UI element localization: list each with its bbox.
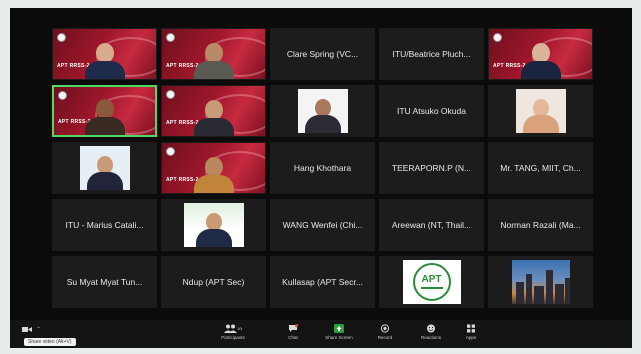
participant-name: Ndup (APT Sec) [182,277,245,287]
participant-tile[interactable]: WANG Wenfei (Chi... [270,199,375,251]
participant-tile[interactable]: Norman Razali (Ma... [488,199,593,251]
apt-logo-text: APT [421,274,442,285]
smile-icon [426,324,436,333]
participant-video [84,99,125,135]
apps-button[interactable]: Apps [452,324,490,340]
participant-tile[interactable]: Kullasap (APT Secr... [270,256,375,308]
share-screen-button[interactable]: Share Screen [320,324,358,340]
participant-tile[interactable] [270,85,375,137]
participant-tile[interactable]: APT RRSS-2 [488,28,593,80]
participants-button[interactable]: 100 Participants [214,324,252,340]
video-tooltip: Share video (Alt+V) [24,338,76,346]
participants-label: Participants [221,335,245,340]
profile-photo [79,146,130,190]
participant-tile[interactable]: Hang Khothara [270,142,375,194]
apt-seal-icon [493,33,502,42]
participant-name: Clare Spring (VC... [286,49,359,59]
participant-name: WANG Wenfei (Chi... [282,220,363,230]
participant-name: TEERAPORN.P (N... [391,163,472,173]
participant-name: Kullasap (APT Secr... [282,277,363,287]
city-skyline-photo [511,260,570,304]
participant-video [520,43,561,79]
participant-tile[interactable]: Su Myat Myat Tun... [52,256,157,308]
chat-icon [288,323,299,333]
participants-icon: 100 [224,324,244,333]
participant-tile[interactable]: ITU Atsuko Okuda [379,85,484,137]
participant-video [193,43,234,79]
apt-seal-icon [57,33,66,42]
participant-tile[interactable] [161,199,266,251]
participant-name: ITU Atsuko Okuda [397,106,466,116]
participant-tile[interactable]: ITU - Marius Catali... [52,199,157,251]
apt-logo: APT [402,260,461,304]
participant-tile[interactable]: Areewan (NT, Thail... [379,199,484,251]
profile-photo [515,89,566,133]
participant-tile[interactable]: APT RRSS-2 [52,28,157,80]
participant-video [84,43,125,79]
participant-tile[interactable]: APT RRSS-2 [161,28,266,80]
chat-label: Chat [288,335,298,340]
participant-video [193,100,234,136]
chevron-up-icon[interactable]: ⌃ [36,326,41,333]
video-control[interactable]: ⌃ [22,326,41,333]
svg-text:100: 100 [237,326,242,331]
share-screen-icon [334,324,344,333]
participant-name: ITU - Marius Catali... [65,220,144,230]
participant-tile[interactable] [52,142,157,194]
apps-icon [466,324,476,333]
video-off-icon [22,327,32,332]
participant-tile[interactable]: Mr. TANG, MIIT, Ch... [488,142,593,194]
participant-name: ITU/Beatrice Pluch... [392,49,471,59]
participant-name: Norman Razali (Ma... [500,220,581,230]
participant-name: Areewan (NT, Thail... [391,220,472,230]
apt-seal-icon [166,33,175,42]
participant-tile[interactable]: APT [379,256,484,308]
share-screen-label: Share Screen [325,335,353,340]
participant-tile-active-speaker[interactable]: APT RRSS-2 [52,85,157,137]
profile-photo [183,203,244,247]
record-button[interactable]: Record [366,324,404,340]
participant-tile[interactable]: Clare Spring (VC... [270,28,375,80]
participant-name: Mr. TANG, MIIT, Ch... [500,163,581,173]
meeting-toolbar: ⌃ 100 Participants Chat [10,320,632,348]
meeting-window: APT RRSS-2 APT RRSS-2 Clare Spring (VC..… [10,8,632,348]
participant-tile[interactable]: APT RRSS-2 [161,142,266,194]
participant-tile[interactable] [488,85,593,137]
record-label: Record [377,335,393,340]
participant-tile[interactable] [488,256,593,308]
apt-seal-icon [166,90,175,99]
apps-label: Apps [465,335,477,340]
apt-seal-icon [166,147,175,156]
gallery-grid: APT RRSS-2 APT RRSS-2 Clare Spring (VC..… [52,28,594,308]
reactions-label: Reactions [420,335,441,340]
participant-name: Su Myat Myat Tun... [66,277,143,287]
participant-tile[interactable]: TEERAPORN.P (N... [379,142,484,194]
apt-seal-icon [58,91,67,100]
participant-video [193,157,234,193]
reactions-button[interactable]: Reactions [412,324,450,340]
participant-tile[interactable]: Ndup (APT Sec) [161,256,266,308]
participant-name: Hang Khothara [293,163,352,173]
profile-photo [297,89,348,133]
record-icon [380,324,390,333]
participant-tile[interactable]: APT RRSS-2 [161,85,266,137]
chat-button[interactable]: Chat [274,323,312,340]
participant-tile[interactable]: ITU/Beatrice Pluch... [379,28,484,80]
